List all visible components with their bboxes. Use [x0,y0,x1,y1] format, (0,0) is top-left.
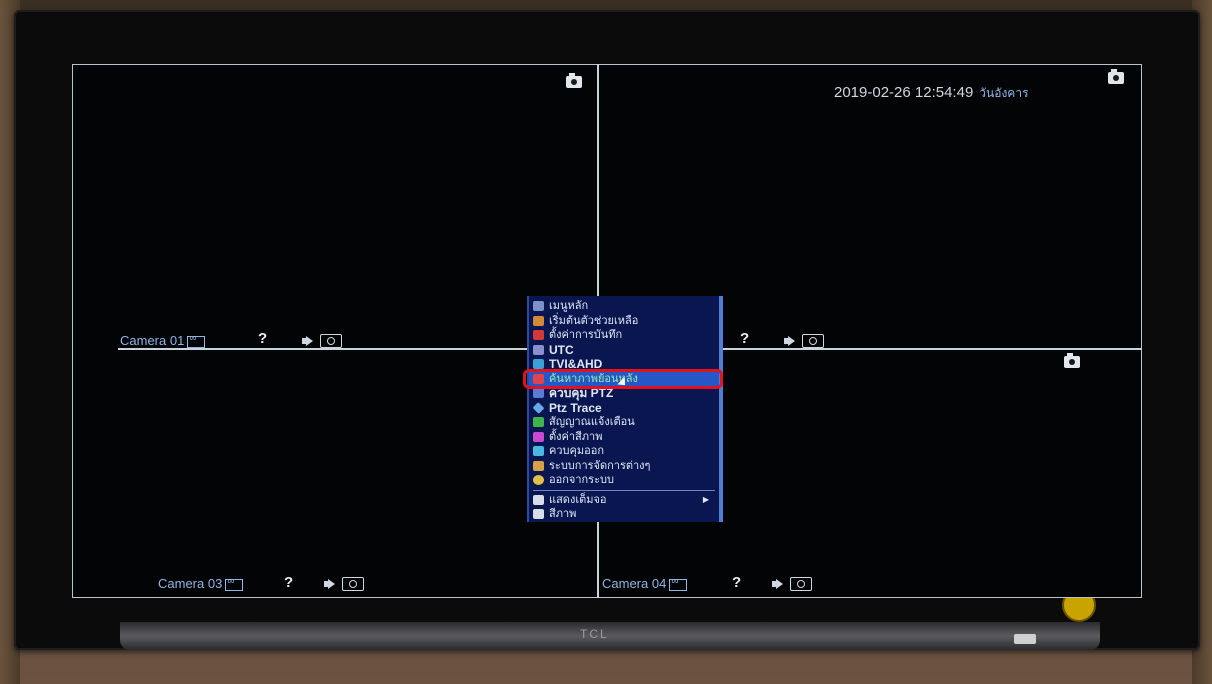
color-icon [533,431,544,442]
ptz-icon [533,388,544,398]
snapshot-camera-icon-tile2[interactable] [1108,69,1124,84]
datetime-weekday: วันอังคาร [979,86,1029,100]
manage-icon [533,460,544,471]
menu-item-label: เริ่มต้นตัวช่วยเหลือ [549,313,639,327]
photo-frame: TCL 2019-02-26 12:54:49 วันอังคาร Camera … [0,0,1212,684]
menu-item-label: ระบบการจัดการต่างๆ [549,458,651,472]
main-menu-icon [533,301,544,311]
menu-item-fullscreen[interactable]: แสดงเต็มจอ ▶ [529,493,719,508]
help-icon[interactable]: ? [732,574,741,591]
split-icon [533,509,544,519]
snapshot-icon[interactable] [790,577,812,591]
help-icon[interactable]: ? [740,330,749,347]
menu-item-startup-wizard[interactable]: เริ่มต้นตัวช่วยเหลือ [529,314,719,329]
menu-item-output-control[interactable]: ควบคุมออก [529,444,719,459]
menu-item-label: ควบคุมออก [549,444,604,457]
menu-item-split-view[interactable]: สีภาพ [529,507,719,522]
menu-item-label: สีภาพ [549,507,577,520]
menu-item-system-management[interactable]: ระบบการจัดการต่างๆ [529,459,719,474]
menu-item-label: ออกจากระบบ [549,473,614,486]
audio-icon[interactable] [784,336,798,346]
datetime-date: 2019-02-26 12:54:49 [834,84,974,101]
tv-stand-bar [120,622,1100,650]
context-menu: เมนูหลัก เริ่มต้นตัวช่วยเหลือ ตั้งค่าการ… [527,296,723,522]
help-icon[interactable]: ? [258,330,267,347]
utc-icon [533,344,544,355]
tv-brand-logo: TCL [580,627,609,641]
camera-03-name: Camera 03 [158,576,223,591]
logout-icon [533,475,544,485]
menu-item-label: เมนูหลัก [549,299,589,312]
menu-item-color-settings[interactable]: ตั้งค่าสีภาพ [529,430,719,445]
menu-item-label: แสดงเต็มจอ [549,492,607,506]
audio-icon[interactable] [772,579,786,589]
camera-01-label: Camera 01 [120,333,206,348]
menu-item-label: Ptz Trace [549,400,602,415]
snapshot-icon[interactable] [342,577,364,591]
alarm-icon [533,417,544,427]
camera-04-label: Camera 04 [602,576,688,591]
help-icon[interactable]: ? [284,574,293,591]
menu-item-label: สัญญาณแจ้งเตือน [549,415,635,428]
record-status-icon [225,576,244,591]
audio-icon[interactable] [324,579,338,589]
ptz-trace-icon [532,401,545,414]
tv-power-button [1014,634,1036,644]
snapshot-camera-icon-tile4[interactable] [1064,353,1080,368]
snapshot-icon[interactable] [802,334,824,348]
menu-item-ptz-trace[interactable]: Ptz Trace [529,401,719,416]
fullscreen-icon [533,494,544,505]
audio-icon[interactable] [302,336,316,346]
tvi-ahd-icon [533,359,544,369]
menu-separator [533,489,715,491]
menu-item-logout[interactable]: ออกจากระบบ [529,473,719,488]
record-status-icon [187,333,206,348]
menu-item-utc[interactable]: UTC [529,343,719,358]
wizard-icon [533,315,544,326]
dvr-screen: 2019-02-26 12:54:49 วันอังคาร Camera 01 ?… [72,64,1142,598]
menu-item-label: ตั้งค่าการบันทึก [549,328,623,341]
camera-03-label: Camera 03 [158,576,244,591]
snapshot-icon[interactable] [320,334,342,348]
record-icon [533,330,544,340]
menu-item-label: UTC [549,342,574,357]
submenu-arrow-icon: ▶ [702,494,709,504]
camera-01-name: Camera 01 [120,333,185,348]
camera-04-name: Camera 04 [602,576,667,591]
menu-item-record-settings[interactable]: ตั้งค่าการบันทึก [529,328,719,343]
snapshot-camera-icon-tile1[interactable] [566,73,582,88]
output-icon [533,446,544,456]
datetime-display: 2019-02-26 12:54:49 วันอังคาร [834,84,1029,103]
record-status-icon [669,576,688,591]
menu-item-alarm[interactable]: สัญญาณแจ้งเตือน [529,415,719,430]
menu-item-label: ตั้งค่าสีภาพ [549,429,603,443]
menu-item-main-menu[interactable]: เมนูหลัก [529,299,719,314]
